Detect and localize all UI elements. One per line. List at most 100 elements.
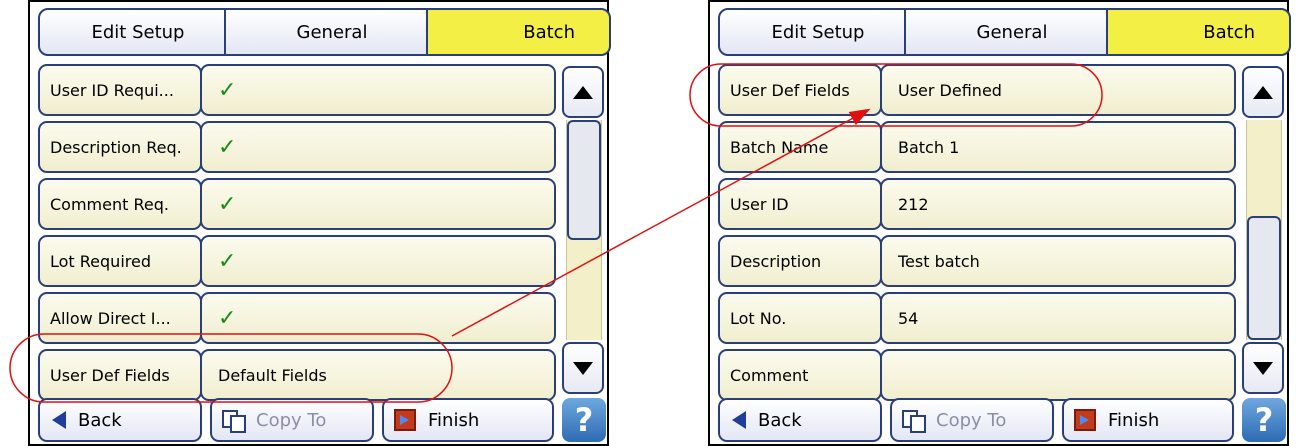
scroll-up-button[interactable]	[562, 66, 604, 118]
row-label-button[interactable]: Lot Required	[38, 235, 202, 287]
row-label-button[interactable]: Allow Direct I...	[38, 292, 202, 344]
row-value-button[interactable]: Batch 1	[880, 121, 1236, 173]
row-label: Lot Required	[50, 251, 151, 271]
row-label-button[interactable]: Comment Req.	[38, 178, 202, 230]
crumb-label: Edit Setup	[771, 21, 865, 43]
list-item: Batch Name Batch 1	[718, 121, 1236, 173]
list-item: User Def Fields User Defined	[718, 64, 1236, 116]
triangle-up-icon	[573, 85, 593, 99]
crumb-general[interactable]: General	[224, 8, 440, 56]
help-button[interactable]: ?	[1242, 398, 1286, 442]
row-label: Batch Name	[730, 137, 829, 157]
settings-list: User ID Requi... ✓ Description Req. ✓ Co…	[38, 64, 556, 406]
row-label-button[interactable]: Description Req.	[38, 121, 202, 173]
row-value-button[interactable]: Default Fields	[200, 349, 556, 401]
scroll-down-button[interactable]	[562, 342, 604, 394]
row-label-button[interactable]: User Def Fields	[38, 349, 202, 401]
list-item: Comment	[718, 349, 1236, 401]
left-arrow-icon	[52, 411, 66, 429]
list-item: Description Req. ✓	[38, 121, 556, 173]
crumb-edit-setup[interactable]: Edit Setup	[38, 8, 238, 56]
finish-icon	[1074, 409, 1096, 431]
finish-button[interactable]: Finish	[382, 398, 554, 442]
finish-icon	[394, 409, 416, 431]
button-label: Copy To	[256, 409, 327, 431]
list-item: User ID Requi... ✓	[38, 64, 556, 116]
copy-icon	[902, 410, 926, 433]
crumb-batch[interactable]: Batch	[426, 8, 611, 56]
list-item: Lot Required ✓	[38, 235, 556, 287]
scroll-track[interactable]	[1246, 120, 1282, 340]
row-label-button[interactable]: Lot No.	[718, 292, 882, 344]
left-screen: Edit Setup General Batch User ID Requi..…	[28, 0, 611, 446]
list-item: Description Test batch	[718, 235, 1236, 287]
list-item: Comment Req. ✓	[38, 178, 556, 230]
triangle-down-icon	[573, 361, 593, 375]
row-value-button[interactable]: ✓	[200, 235, 556, 287]
list-item: Allow Direct I... ✓	[38, 292, 556, 344]
button-label: Back	[78, 409, 122, 431]
question-icon: ?	[1254, 401, 1274, 439]
back-button[interactable]: Back	[38, 398, 202, 442]
row-value-button[interactable]: ✓	[200, 178, 556, 230]
breadcrumb: Edit Setup General Batch	[718, 8, 1291, 58]
crumb-label: Batch	[523, 21, 575, 43]
row-value: Batch 1	[898, 137, 960, 157]
list-item: User Def Fields Default Fields	[38, 349, 556, 401]
row-label-button[interactable]: User ID	[718, 178, 882, 230]
scrollbar[interactable]	[562, 66, 604, 394]
row-label: Allow Direct I...	[50, 308, 171, 328]
row-value-button[interactable]: Test batch	[880, 235, 1236, 287]
row-value-button[interactable]: 212	[880, 178, 1236, 230]
row-value-button[interactable]	[880, 349, 1236, 401]
row-value: 54	[898, 308, 919, 328]
row-label-button[interactable]: Comment	[718, 349, 882, 401]
scroll-thumb[interactable]	[1247, 216, 1281, 340]
left-arrow-icon	[732, 411, 746, 429]
row-label: Comment Req.	[50, 194, 169, 214]
row-label-button[interactable]: User Def Fields	[718, 64, 882, 116]
scrollbar[interactable]	[1242, 66, 1284, 394]
crumb-edit-setup[interactable]: Edit Setup	[718, 8, 918, 56]
row-value-button[interactable]: ✓	[200, 121, 556, 173]
copy-to-button[interactable]: Copy To	[210, 398, 374, 442]
row-value: Test batch	[898, 251, 980, 271]
bottom-toolbar: Back Copy To Finish ?	[38, 398, 606, 442]
bottom-toolbar: Back Copy To Finish ?	[718, 398, 1286, 442]
copy-icon	[222, 410, 246, 433]
row-value-button[interactable]: ✓	[200, 64, 556, 116]
row-label-button[interactable]: Description	[718, 235, 882, 287]
scroll-up-button[interactable]	[1242, 66, 1284, 118]
button-label: Copy To	[936, 409, 1007, 431]
triangle-up-icon	[1253, 85, 1273, 99]
row-label: Lot No.	[730, 308, 787, 328]
row-label-button[interactable]: User ID Requi...	[38, 64, 202, 116]
row-value-button[interactable]: 54	[880, 292, 1236, 344]
crumb-batch[interactable]: Batch	[1106, 8, 1291, 56]
crumb-label: Edit Setup	[91, 21, 185, 43]
row-label-button[interactable]: Batch Name	[718, 121, 882, 173]
row-label: User Def Fields	[50, 365, 170, 385]
checkmark-icon: ✓	[218, 305, 237, 331]
row-value-button[interactable]: ✓	[200, 292, 556, 344]
copy-to-button[interactable]: Copy To	[890, 398, 1054, 442]
finish-button[interactable]: Finish	[1062, 398, 1234, 442]
checkmark-icon: ✓	[218, 134, 237, 160]
row-label: User ID Requi...	[50, 80, 174, 100]
help-button[interactable]: ?	[562, 398, 606, 442]
list-item: User ID 212	[718, 178, 1236, 230]
row-label: Description Req.	[50, 137, 182, 157]
scroll-down-button[interactable]	[1242, 342, 1284, 394]
triangle-down-icon	[1253, 361, 1273, 375]
row-value-button[interactable]: User Defined	[880, 64, 1236, 116]
row-label: Comment	[730, 365, 809, 385]
crumb-label: Batch	[1203, 21, 1255, 43]
checkmark-icon: ✓	[218, 191, 237, 217]
right-screen: Edit Setup General Batch User Def Fields…	[708, 0, 1291, 446]
scroll-thumb[interactable]	[567, 120, 601, 240]
crumb-general[interactable]: General	[904, 8, 1120, 56]
back-button[interactable]: Back	[718, 398, 882, 442]
checkmark-icon: ✓	[218, 77, 237, 103]
button-label: Finish	[1108, 409, 1160, 431]
scroll-track[interactable]	[566, 120, 602, 340]
